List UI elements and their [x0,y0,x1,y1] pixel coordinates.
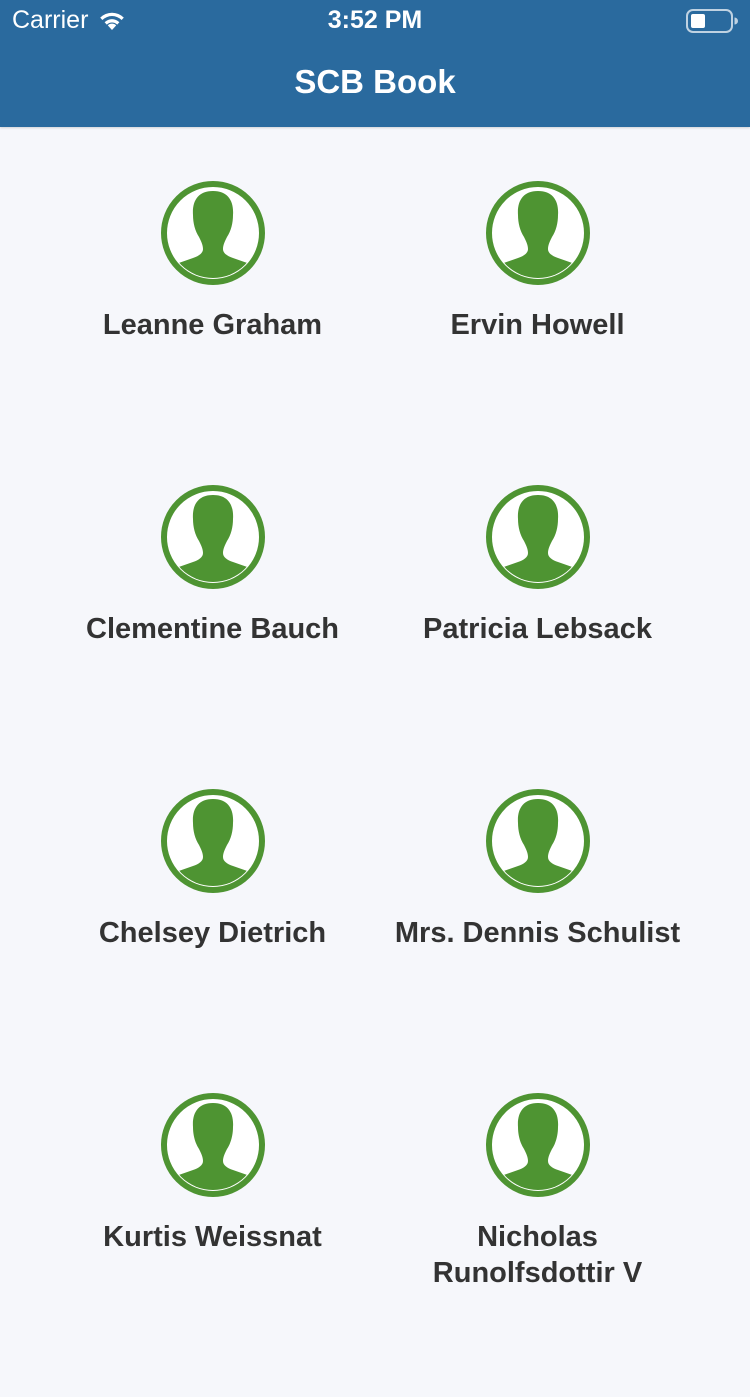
contact-name: Mrs. Dennis Schulist [394,917,681,949]
contact-name: Clementine Bauch [86,613,339,645]
user-avatar-icon [485,789,590,893]
contact-name: Patricia Lebsack [423,613,652,645]
contact-card-4[interactable]: Patricia Lebsack [375,485,700,789]
contact-card-2[interactable]: Ervin Howell [375,181,700,485]
contact-name: Leanne Graham [102,309,323,341]
contact-card-3[interactable]: Clementine Bauch [50,485,375,789]
contact-card-7[interactable]: Kurtis Weissnat [50,1093,375,1397]
user-avatar-icon [160,1093,265,1197]
user-avatar-icon [485,485,590,589]
contact-card-8[interactable]: Nicholas Runolfsdottir V [375,1093,700,1397]
contact-card-5[interactable]: Chelsey Dietrich [50,789,375,1093]
contact-name: Nicholas Runolfsdottir V [432,1221,643,1289]
contact-card-1[interactable]: Leanne Graham [50,181,375,485]
battery-icon [686,9,738,33]
page-title: SCB Book [294,63,456,100]
status-bar: Carrier 3:52 PM [0,0,750,40]
user-avatar-icon [160,485,265,589]
status-time: 3:52 PM [327,6,423,34]
contact-name: Chelsey Dietrich [98,917,327,949]
contact-name: Kurtis Weissnat [103,1221,322,1253]
contact-grid: Leanne Graham Ervin Howell Clementine Ba… [50,181,700,1397]
user-avatar-icon [485,1093,590,1197]
user-avatar-icon [160,181,265,285]
contact-name: Ervin Howell [450,309,625,341]
user-avatar-icon [485,181,590,285]
user-avatar-icon [160,789,265,893]
contact-card-6[interactable]: Mrs. Dennis Schulist [375,789,700,1093]
navigation-header: Carrier 3:52 PM SCB Book [0,0,750,127]
